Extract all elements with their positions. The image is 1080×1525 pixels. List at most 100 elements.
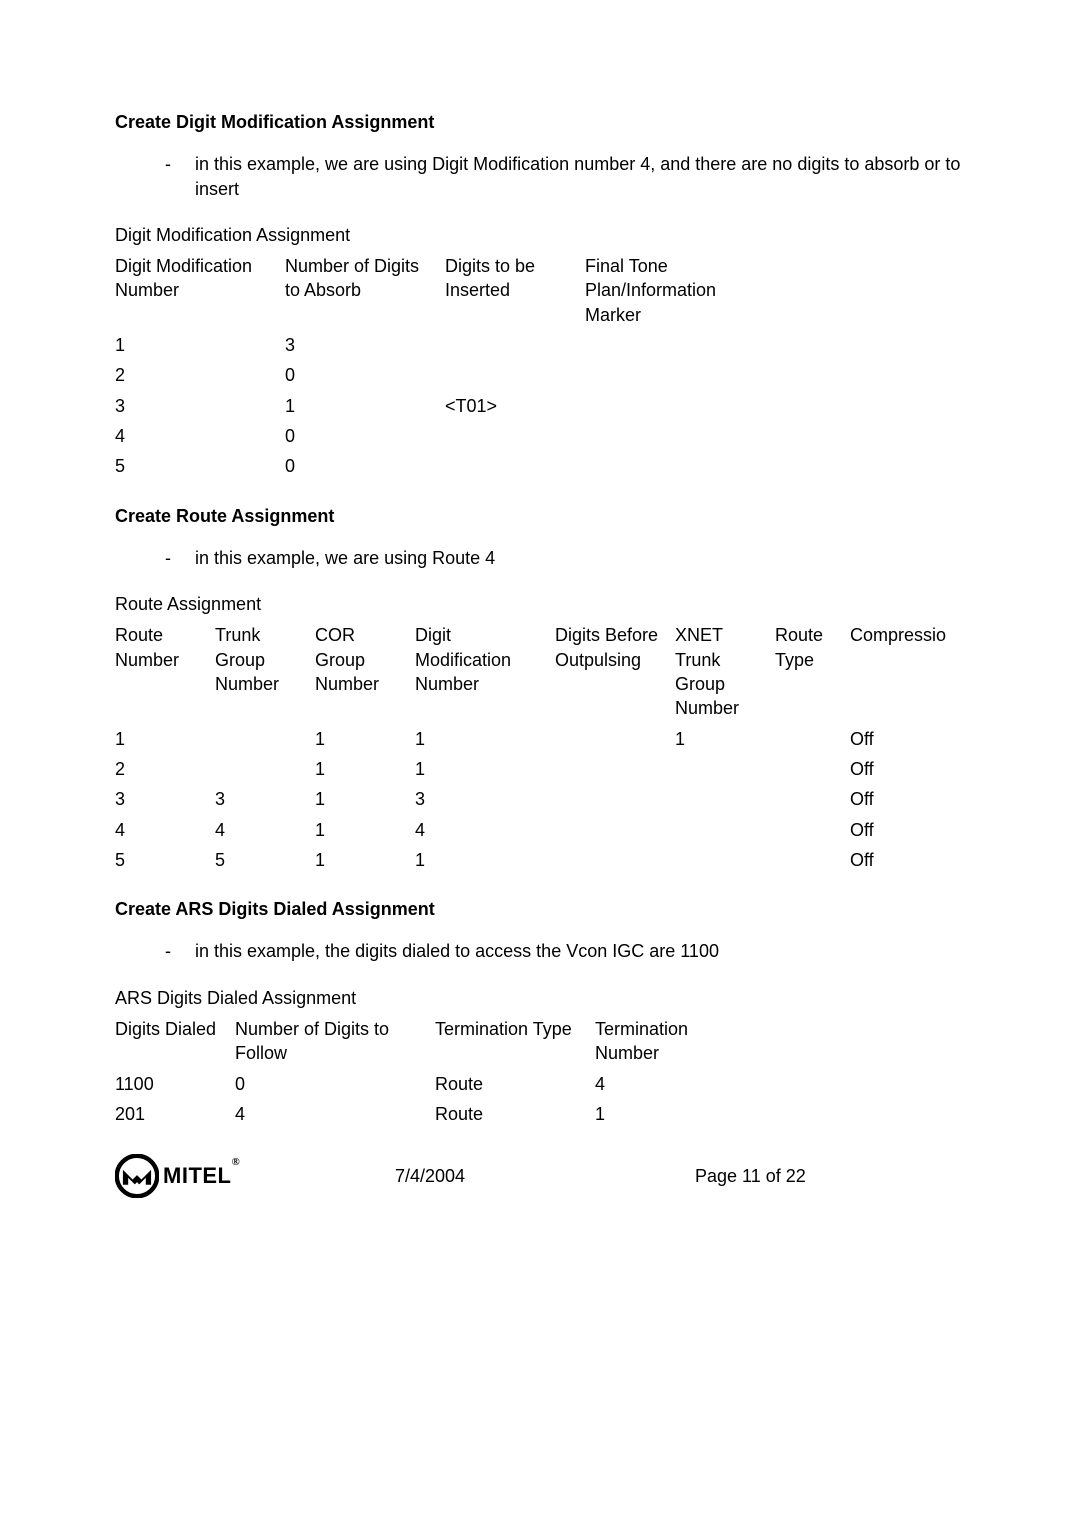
cell	[445, 421, 585, 451]
cell	[445, 330, 585, 360]
cell: 1	[415, 845, 555, 875]
cell: 1	[115, 724, 215, 754]
col-header: Route Number	[115, 620, 215, 723]
bullet-dash: -	[165, 939, 195, 963]
cell	[775, 815, 850, 845]
cell	[555, 784, 675, 814]
cell	[675, 784, 775, 814]
cell: 5	[215, 845, 315, 875]
cell: 1	[415, 724, 555, 754]
cell	[585, 330, 745, 360]
cell	[445, 451, 585, 481]
cell: Route	[435, 1099, 595, 1129]
cell	[675, 845, 775, 875]
col-header: XNET Trunk Group Number	[675, 620, 775, 723]
cell: 1	[315, 845, 415, 875]
bullet-ars: - in this example, the digits dialed to …	[115, 939, 965, 963]
cell	[675, 815, 775, 845]
cell: Off	[850, 784, 960, 814]
heading-route: Create Route Assignment	[115, 504, 965, 528]
cell: 4	[415, 815, 555, 845]
cell: 2	[115, 754, 215, 784]
cell	[215, 754, 315, 784]
cell: 1	[115, 330, 285, 360]
cell: 3	[115, 784, 215, 814]
cell: 4	[115, 815, 215, 845]
cell: 4	[215, 815, 315, 845]
cell	[585, 421, 745, 451]
cell: 3	[285, 330, 445, 360]
cell	[555, 724, 675, 754]
cell	[775, 784, 850, 814]
cell: 1	[285, 391, 445, 421]
cell: Off	[850, 815, 960, 845]
col-header: Compressio	[850, 620, 960, 723]
cell: 3	[415, 784, 555, 814]
route-table: Route Number Trunk Group Number COR Grou…	[115, 620, 960, 875]
bullet-text: in this example, we are using Route 4	[195, 546, 495, 570]
cell	[555, 754, 675, 784]
cell	[215, 724, 315, 754]
cell: 5	[115, 451, 285, 481]
ars-table: Digits Dialed Number of Digits to Follow…	[115, 1014, 755, 1129]
cell: Off	[850, 724, 960, 754]
cell: 1	[315, 815, 415, 845]
route-table-title: Route Assignment	[115, 592, 965, 616]
cell	[445, 360, 585, 390]
footer: MITEL® 7/4/2004 Page 11 of 22	[115, 1154, 965, 1198]
cell: 4	[595, 1069, 755, 1099]
col-header: Route Type	[775, 620, 850, 723]
mitel-logo-icon	[115, 1154, 159, 1198]
cell: 201	[115, 1099, 235, 1129]
bullet-digit-mod: - in this example, we are using Digit Mo…	[115, 152, 965, 201]
cell: 4	[115, 421, 285, 451]
footer-page: Page 11 of 22	[695, 1164, 965, 1188]
col-header: Number of Digits to Absorb	[285, 251, 445, 330]
cell: Off	[850, 754, 960, 784]
cell: 1	[315, 784, 415, 814]
cell: 1	[675, 724, 775, 754]
cell	[555, 815, 675, 845]
bullet-dash: -	[165, 546, 195, 570]
col-header: Digits to be Inserted	[445, 251, 585, 330]
cell: 2	[115, 360, 285, 390]
cell	[585, 391, 745, 421]
bullet-dash: -	[165, 152, 195, 201]
col-header: Final Tone Plan/Information Marker	[585, 251, 745, 330]
cell: 0	[285, 360, 445, 390]
col-header: COR Group Number	[315, 620, 415, 723]
cell: 1	[315, 754, 415, 784]
cell	[675, 754, 775, 784]
col-header: Number of Digits to Follow	[235, 1014, 435, 1069]
cell: 0	[235, 1069, 435, 1099]
col-header: Digits Before Outpulsing	[555, 620, 675, 723]
ars-table-title: ARS Digits Dialed Assignment	[115, 986, 965, 1010]
cell	[775, 724, 850, 754]
col-header: Trunk Group Number	[215, 620, 315, 723]
cell	[775, 754, 850, 784]
cell	[555, 845, 675, 875]
cell: <T01>	[445, 391, 585, 421]
col-header: Digit Modification Number	[415, 620, 555, 723]
cell	[585, 360, 745, 390]
cell: Route	[435, 1069, 595, 1099]
cell: 1100	[115, 1069, 235, 1099]
col-header: Digit Modification Number	[115, 251, 285, 330]
digit-mod-table: Digit Modification Number Number of Digi…	[115, 251, 745, 481]
col-header: Termination Number	[595, 1014, 755, 1069]
col-header: Termination Type	[435, 1014, 595, 1069]
brand-name: MITEL®	[163, 1161, 240, 1191]
bullet-route: - in this example, we are using Route 4	[115, 546, 965, 570]
cell	[585, 451, 745, 481]
cell: 4	[235, 1099, 435, 1129]
col-header: Digits Dialed	[115, 1014, 235, 1069]
cell: 1	[415, 754, 555, 784]
cell: 3	[215, 784, 315, 814]
cell: 0	[285, 421, 445, 451]
bullet-text: in this example, the digits dialed to ac…	[195, 939, 719, 963]
footer-date: 7/4/2004	[395, 1164, 695, 1188]
heading-digit-mod: Create Digit Modification Assignment	[115, 110, 965, 134]
digit-mod-table-title: Digit Modification Assignment	[115, 223, 965, 247]
cell: 3	[115, 391, 285, 421]
cell: 5	[115, 845, 215, 875]
